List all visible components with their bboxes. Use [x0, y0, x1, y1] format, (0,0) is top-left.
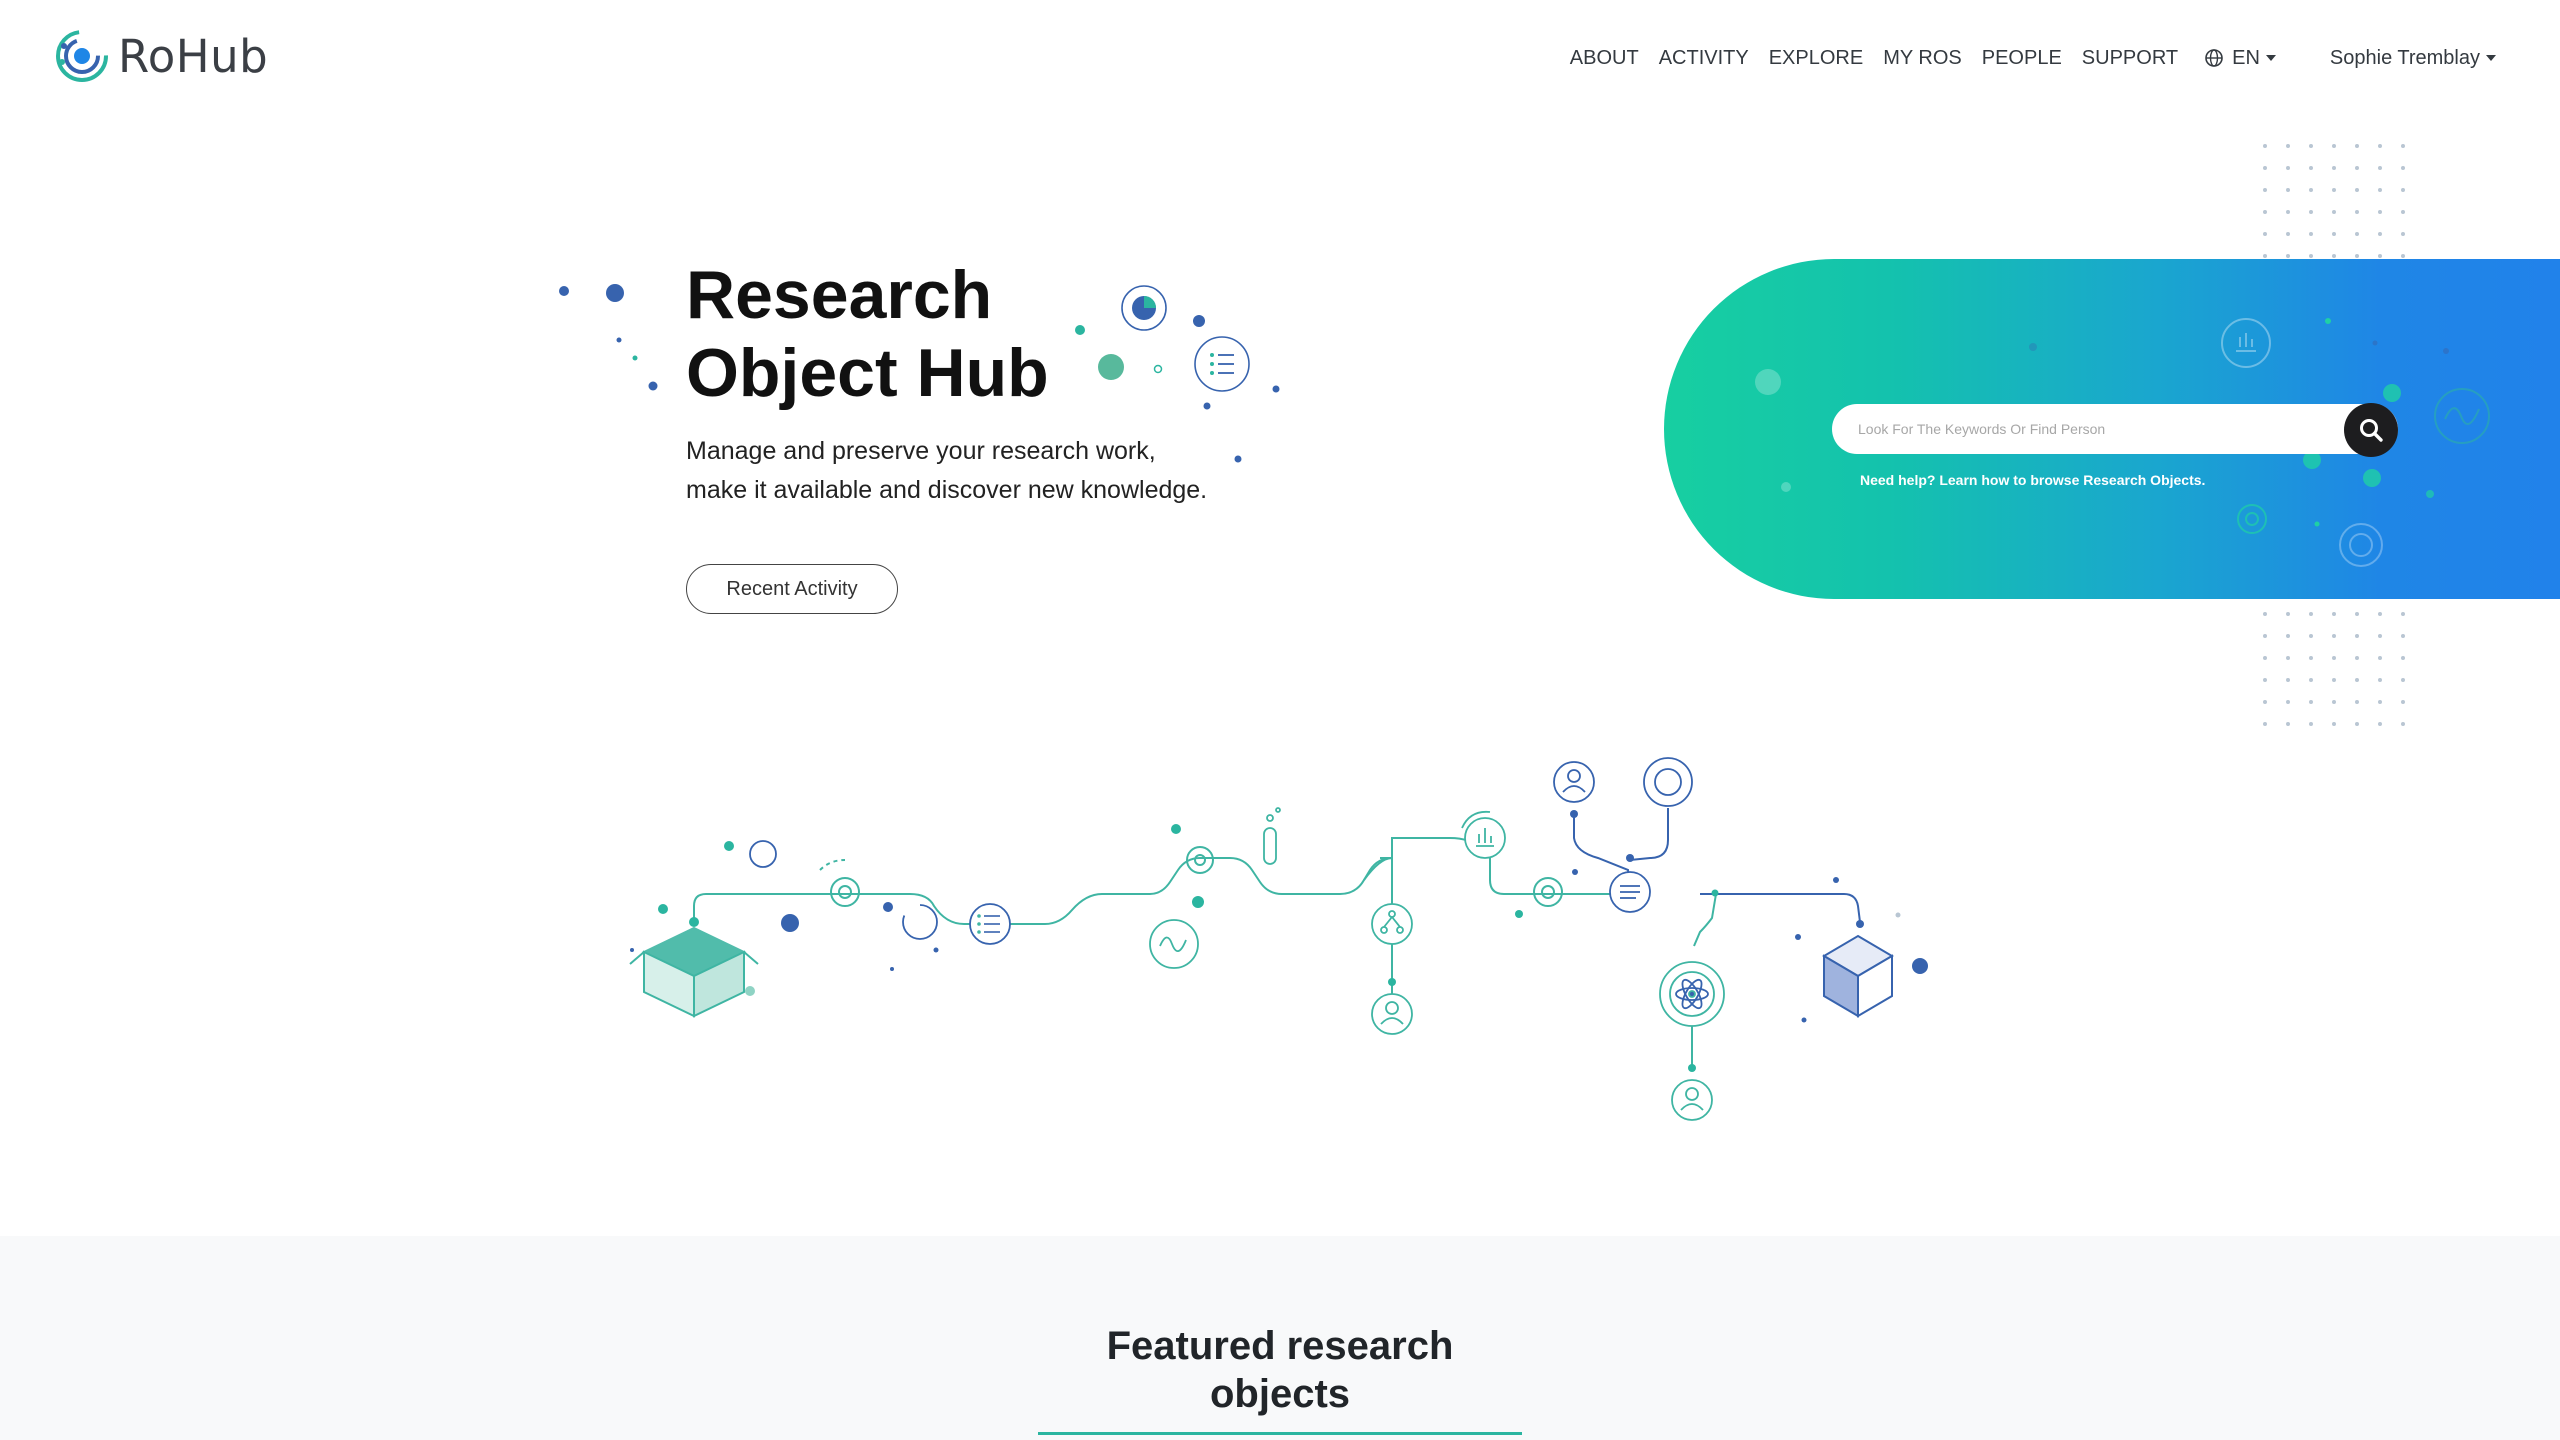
nav-people[interactable]: PEOPLE — [1982, 47, 2062, 70]
document-icon — [1609, 871, 1651, 913]
hero-illustration — [559, 144, 2405, 1121]
ring-icon — [2339, 523, 2383, 567]
language-dropdown[interactable]: EN — [2204, 47, 2276, 70]
featured-title-line2: objects — [1209, 1372, 1351, 1416]
gear-icon — [1533, 877, 1563, 907]
top-navbar: RoHub ABOUT ACTIVITY EXPLORE MY ROS PEOP… — [0, 0, 2560, 115]
chevron-down-icon — [2265, 55, 2276, 61]
dot-grid-top — [2263, 144, 2405, 258]
user-menu[interactable]: Sophie Tremblay — [2330, 47, 2496, 70]
chevron-down-icon — [2486, 55, 2496, 61]
featured-section: Featured research objects — [0, 1236, 2560, 1440]
user-icon — [1671, 1079, 1713, 1121]
open-box-icon — [629, 926, 759, 1018]
nav-support[interactable]: SUPPORT — [2082, 47, 2178, 70]
globe-icon — [2205, 49, 2223, 67]
list-node-icon — [969, 903, 1011, 945]
test-tube-icon — [1263, 807, 1281, 865]
hero-title: Research Object Hub — [686, 256, 1206, 412]
brand-name: RoHub — [118, 29, 269, 83]
featured-title: Featured research objects — [1030, 1322, 1530, 1418]
brand-logo[interactable]: RoHub — [54, 28, 268, 84]
bar-chart-icon — [2221, 318, 2271, 368]
gear-icon — [2237, 504, 2267, 534]
hero-subtitle-line2: make it available and discover new knowl… — [686, 476, 1208, 504]
hero-subtitle-line1: Manage and preserve your research work, — [686, 437, 1156, 465]
hierarchy-icon — [1371, 903, 1413, 945]
nav-my-ros[interactable]: MY ROS — [1883, 47, 1962, 70]
featured-title-underline — [1038, 1432, 1522, 1435]
wave-icon — [2434, 388, 2490, 444]
search-input[interactable] — [1856, 420, 2336, 438]
search-field — [1832, 404, 2398, 454]
user-name: Sophie Tremblay — [2329, 46, 2480, 69]
hero-subtitle: Manage and preserve your research work, … — [686, 432, 1306, 510]
gear-icon — [1186, 846, 1214, 874]
rohub-logo-icon — [56, 30, 108, 82]
featured-title-line1: Featured research — [1106, 1324, 1454, 1368]
search-button[interactable] — [2344, 403, 2398, 457]
dot-grid-bottom — [2263, 612, 2405, 726]
nav-activity[interactable]: ACTIVITY — [1659, 47, 1749, 70]
language-label: EN — [2232, 46, 2260, 69]
user-icon — [1371, 993, 1413, 1035]
bar-chart-icon — [1461, 810, 1506, 859]
atom-icon — [1659, 961, 1725, 1027]
hero-title-line1: Research — [686, 257, 993, 333]
nav-about[interactable]: ABOUT — [1570, 47, 1639, 70]
search-help-link[interactable]: Need help? Learn how to browse Research … — [1860, 472, 2205, 488]
recent-activity-button[interactable]: Recent Activity — [686, 564, 898, 614]
gear-icon — [819, 859, 860, 907]
ring-icon — [1643, 757, 1693, 807]
search-icon — [2360, 419, 2383, 442]
nav-explore[interactable]: EXPLORE — [1769, 47, 1863, 70]
cube-icon — [1822, 934, 1894, 1018]
wave-icon — [1149, 919, 1199, 969]
user-icon — [1553, 761, 1595, 803]
hero-title-line2: Object Hub — [686, 335, 1049, 411]
main-nav: ABOUT ACTIVITY EXPLORE MY ROS PEOPLE SUP… — [1560, 40, 2560, 76]
